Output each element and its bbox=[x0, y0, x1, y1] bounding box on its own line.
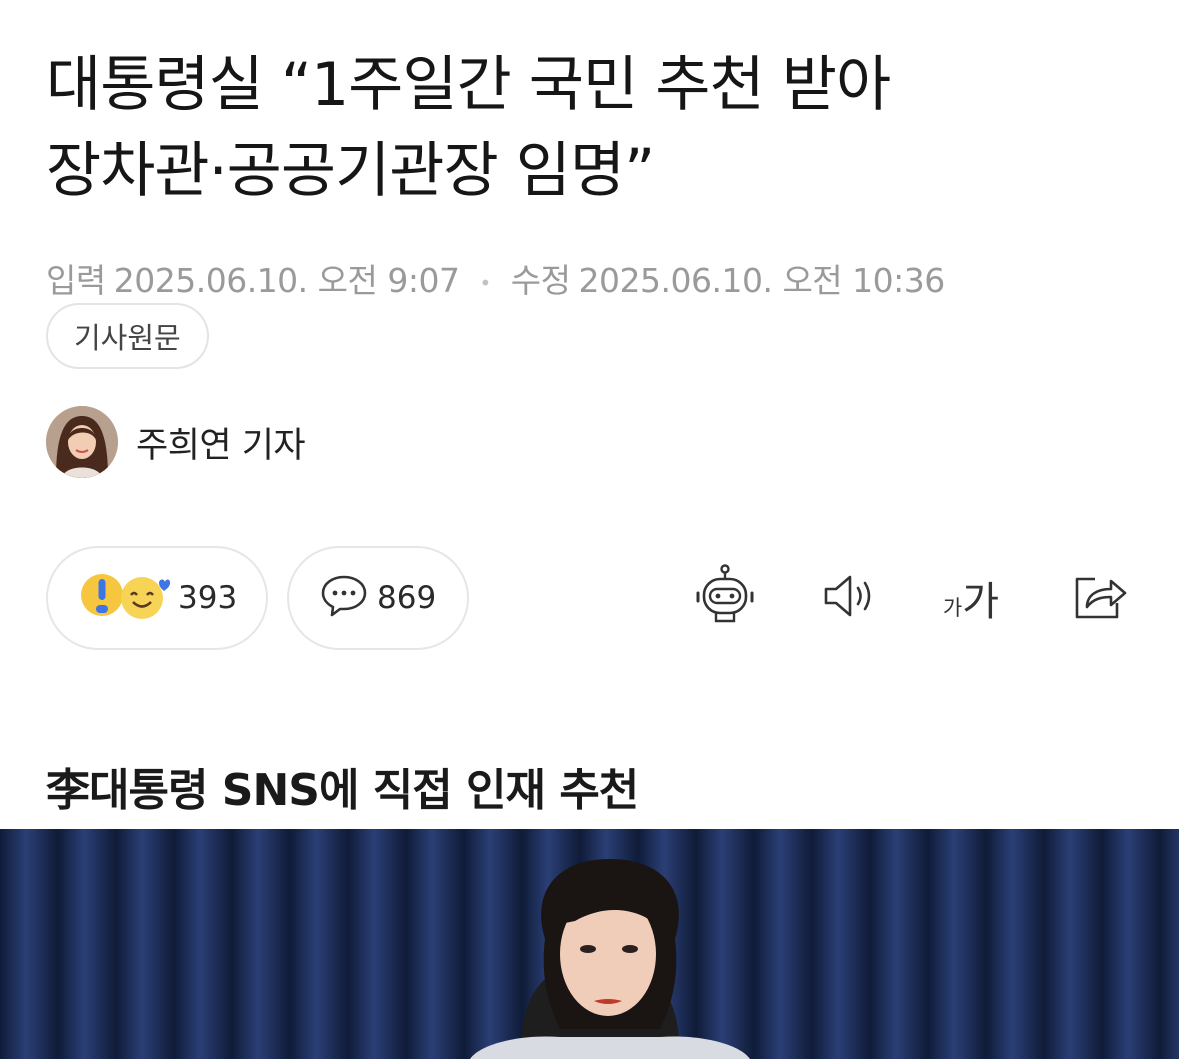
comment-button[interactable]: 869 bbox=[287, 546, 469, 650]
author-avatar[interactable] bbox=[46, 406, 118, 478]
article-title-line-1: 대통령실 “1주일간 국민 추천 받아 bbox=[46, 50, 891, 120]
original-article-button[interactable]: 기사원문 bbox=[46, 303, 209, 369]
comment-count: 869 bbox=[377, 580, 437, 616]
reaction-button[interactable]: 393 bbox=[46, 546, 268, 650]
author-row[interactable]: 주희연 기자 bbox=[46, 406, 306, 478]
author-name[interactable]: 주희연 기자 bbox=[136, 417, 306, 468]
article-toolbar: 가가 bbox=[690, 558, 1140, 638]
meta-separator: • bbox=[479, 270, 491, 295]
article-title-line-2: 장차관·공공기관장 임명” bbox=[46, 136, 655, 206]
article-dates: 입력 2025.06.10. 오전 9:07 • 수정 2025.06.10. 오전… bbox=[46, 254, 945, 302]
article-subheading: 李대통령 SNS에 직접 인재 추천 bbox=[46, 765, 639, 816]
modified-date: 2025.06.10. 오전 10:36 bbox=[578, 261, 946, 300]
robot-summary-icon bbox=[692, 563, 758, 633]
font-large-glyph: 가 bbox=[962, 579, 1000, 625]
modified-label: 수정 bbox=[510, 261, 571, 300]
share-button[interactable] bbox=[1068, 558, 1132, 638]
font-size-icon: 가가 bbox=[943, 569, 999, 627]
comment-icon bbox=[319, 573, 369, 623]
input-label: 입력 bbox=[46, 261, 106, 300]
font-size-button[interactable]: 가가 bbox=[936, 558, 1006, 638]
share-icon bbox=[1071, 569, 1129, 627]
reaction-count: 393 bbox=[178, 580, 238, 616]
smile-emoji-icon bbox=[118, 571, 171, 625]
speaker-icon bbox=[818, 571, 878, 625]
tts-button[interactable] bbox=[816, 558, 880, 638]
article-photo[interactable] bbox=[0, 829, 1179, 1059]
input-date: 2025.06.10. 오전 9:07 bbox=[113, 261, 460, 300]
font-small-glyph: 가 bbox=[942, 596, 963, 620]
ai-summary-button[interactable] bbox=[690, 558, 760, 638]
article-title: 대통령실 “1주일간 국민 추천 받아 장차관·공공기관장 임명” bbox=[46, 42, 1146, 214]
